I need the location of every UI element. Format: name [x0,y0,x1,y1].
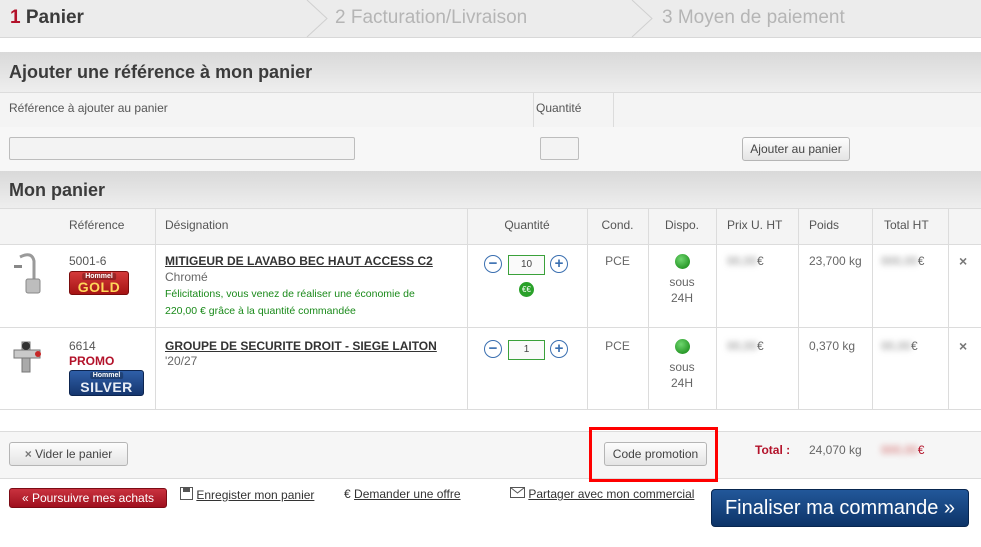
ref-column-header: Référence à ajouter au panier [9,101,168,115]
savings-icon: €€ [519,282,534,297]
header-designation: Désignation [165,218,229,232]
clear-cart-button[interactable]: × Vider le panier [9,442,128,466]
savings-message: Félicitations, vous venez de réaliser un… [165,288,415,317]
product-image [13,341,41,373]
quantity-input[interactable] [540,137,579,160]
continue-shopping-button[interactable]: « Poursuivre mes achats [9,488,167,508]
item-weight: 0,370 kg [809,339,856,353]
row-divider [0,409,981,410]
product-image [14,253,41,294]
save-cart-link[interactable]: Enregister mon panier [180,487,314,502]
availability-dot-icon [675,254,690,269]
request-offer-link[interactable]: € Demander une offre [344,487,461,501]
remove-item-icon[interactable]: × [959,338,967,354]
header-reference: Référence [69,218,125,232]
share-commercial-link[interactable]: Partager avec mon commercial [510,487,694,501]
reference-input[interactable] [9,137,355,160]
header-prix: Prix U. HT [727,218,783,232]
total-weight: 24,070 kg [809,443,862,457]
item-dispo: sous 24H [669,275,695,305]
silver-badge: Hommel SILVER [69,370,144,396]
item-price: 00,00€ [727,254,764,268]
header-cond: Cond. [601,218,634,232]
step-panier: 1 Panier [10,7,84,28]
header-dispo: Dispo. [664,218,699,232]
quantity-field[interactable]: 10 [508,255,545,275]
close-icon: × [24,447,32,461]
item-weight: 23,700 kg [809,254,862,268]
total-amount: 000,00€ [881,443,925,457]
section-title: Mon panier [9,180,106,200]
header-quantite: Quantité [504,218,550,232]
total-label: Total : [755,443,791,457]
step-paiement: 3 Moyen de paiement [662,7,845,28]
item-total: 00,00€ [881,339,918,353]
item-reference: 5001-6 [69,254,107,268]
item-dispo: sous 24H [669,360,695,390]
quantity-field[interactable]: 1 [508,340,545,360]
item-cond: PCE [605,339,630,353]
availability-dot-icon [675,339,690,354]
decrease-quantity-button[interactable]: − [484,340,502,358]
remove-item-icon[interactable]: × [959,253,967,269]
product-variant: '20/27 [165,354,198,368]
item-reference: 6614 [69,339,96,353]
step-separator [306,0,328,37]
add-to-cart-button[interactable]: Ajouter au panier [742,137,850,161]
step-separator [631,0,653,37]
add-reference-header: Ajouter une référence à mon panier [0,52,981,92]
item-total: 000,00€ [881,254,925,268]
step-facturation: 2 Facturation/Livraison [335,7,528,28]
save-icon [180,487,193,500]
section-title: Ajouter une référence à mon panier [9,62,313,82]
cart-header: Mon panier [0,171,981,208]
header-total: Total HT [884,218,929,232]
euro-icon: € [344,487,351,501]
highlight-box [589,427,718,482]
gold-badge: Hommel GOLD [69,271,129,295]
item-price: 00,00€ [727,339,764,353]
product-name-link[interactable]: GROUPE DE SECURITE DROIT - SIEGE LAITON [165,339,437,353]
header-poids: Poids [809,218,840,232]
checkout-steps: 1 Panier 2 Facturation/Livraison 3 Moyen… [0,0,981,38]
decrease-quantity-button[interactable]: − [484,255,502,273]
product-name-link[interactable]: MITIGEUR DE LAVABO BEC HAUT ACCESS C2 [165,254,433,268]
envelope-icon [510,487,525,498]
qty-column-header: Quantité [536,101,582,115]
product-variant: Chromé [165,270,208,284]
increase-quantity-button[interactable]: + [550,340,568,358]
finalize-order-button[interactable]: Finaliser ma commande » [711,489,969,527]
promo-label: PROMO [69,354,115,368]
item-cond: PCE [605,254,630,268]
increase-quantity-button[interactable]: + [550,255,568,273]
